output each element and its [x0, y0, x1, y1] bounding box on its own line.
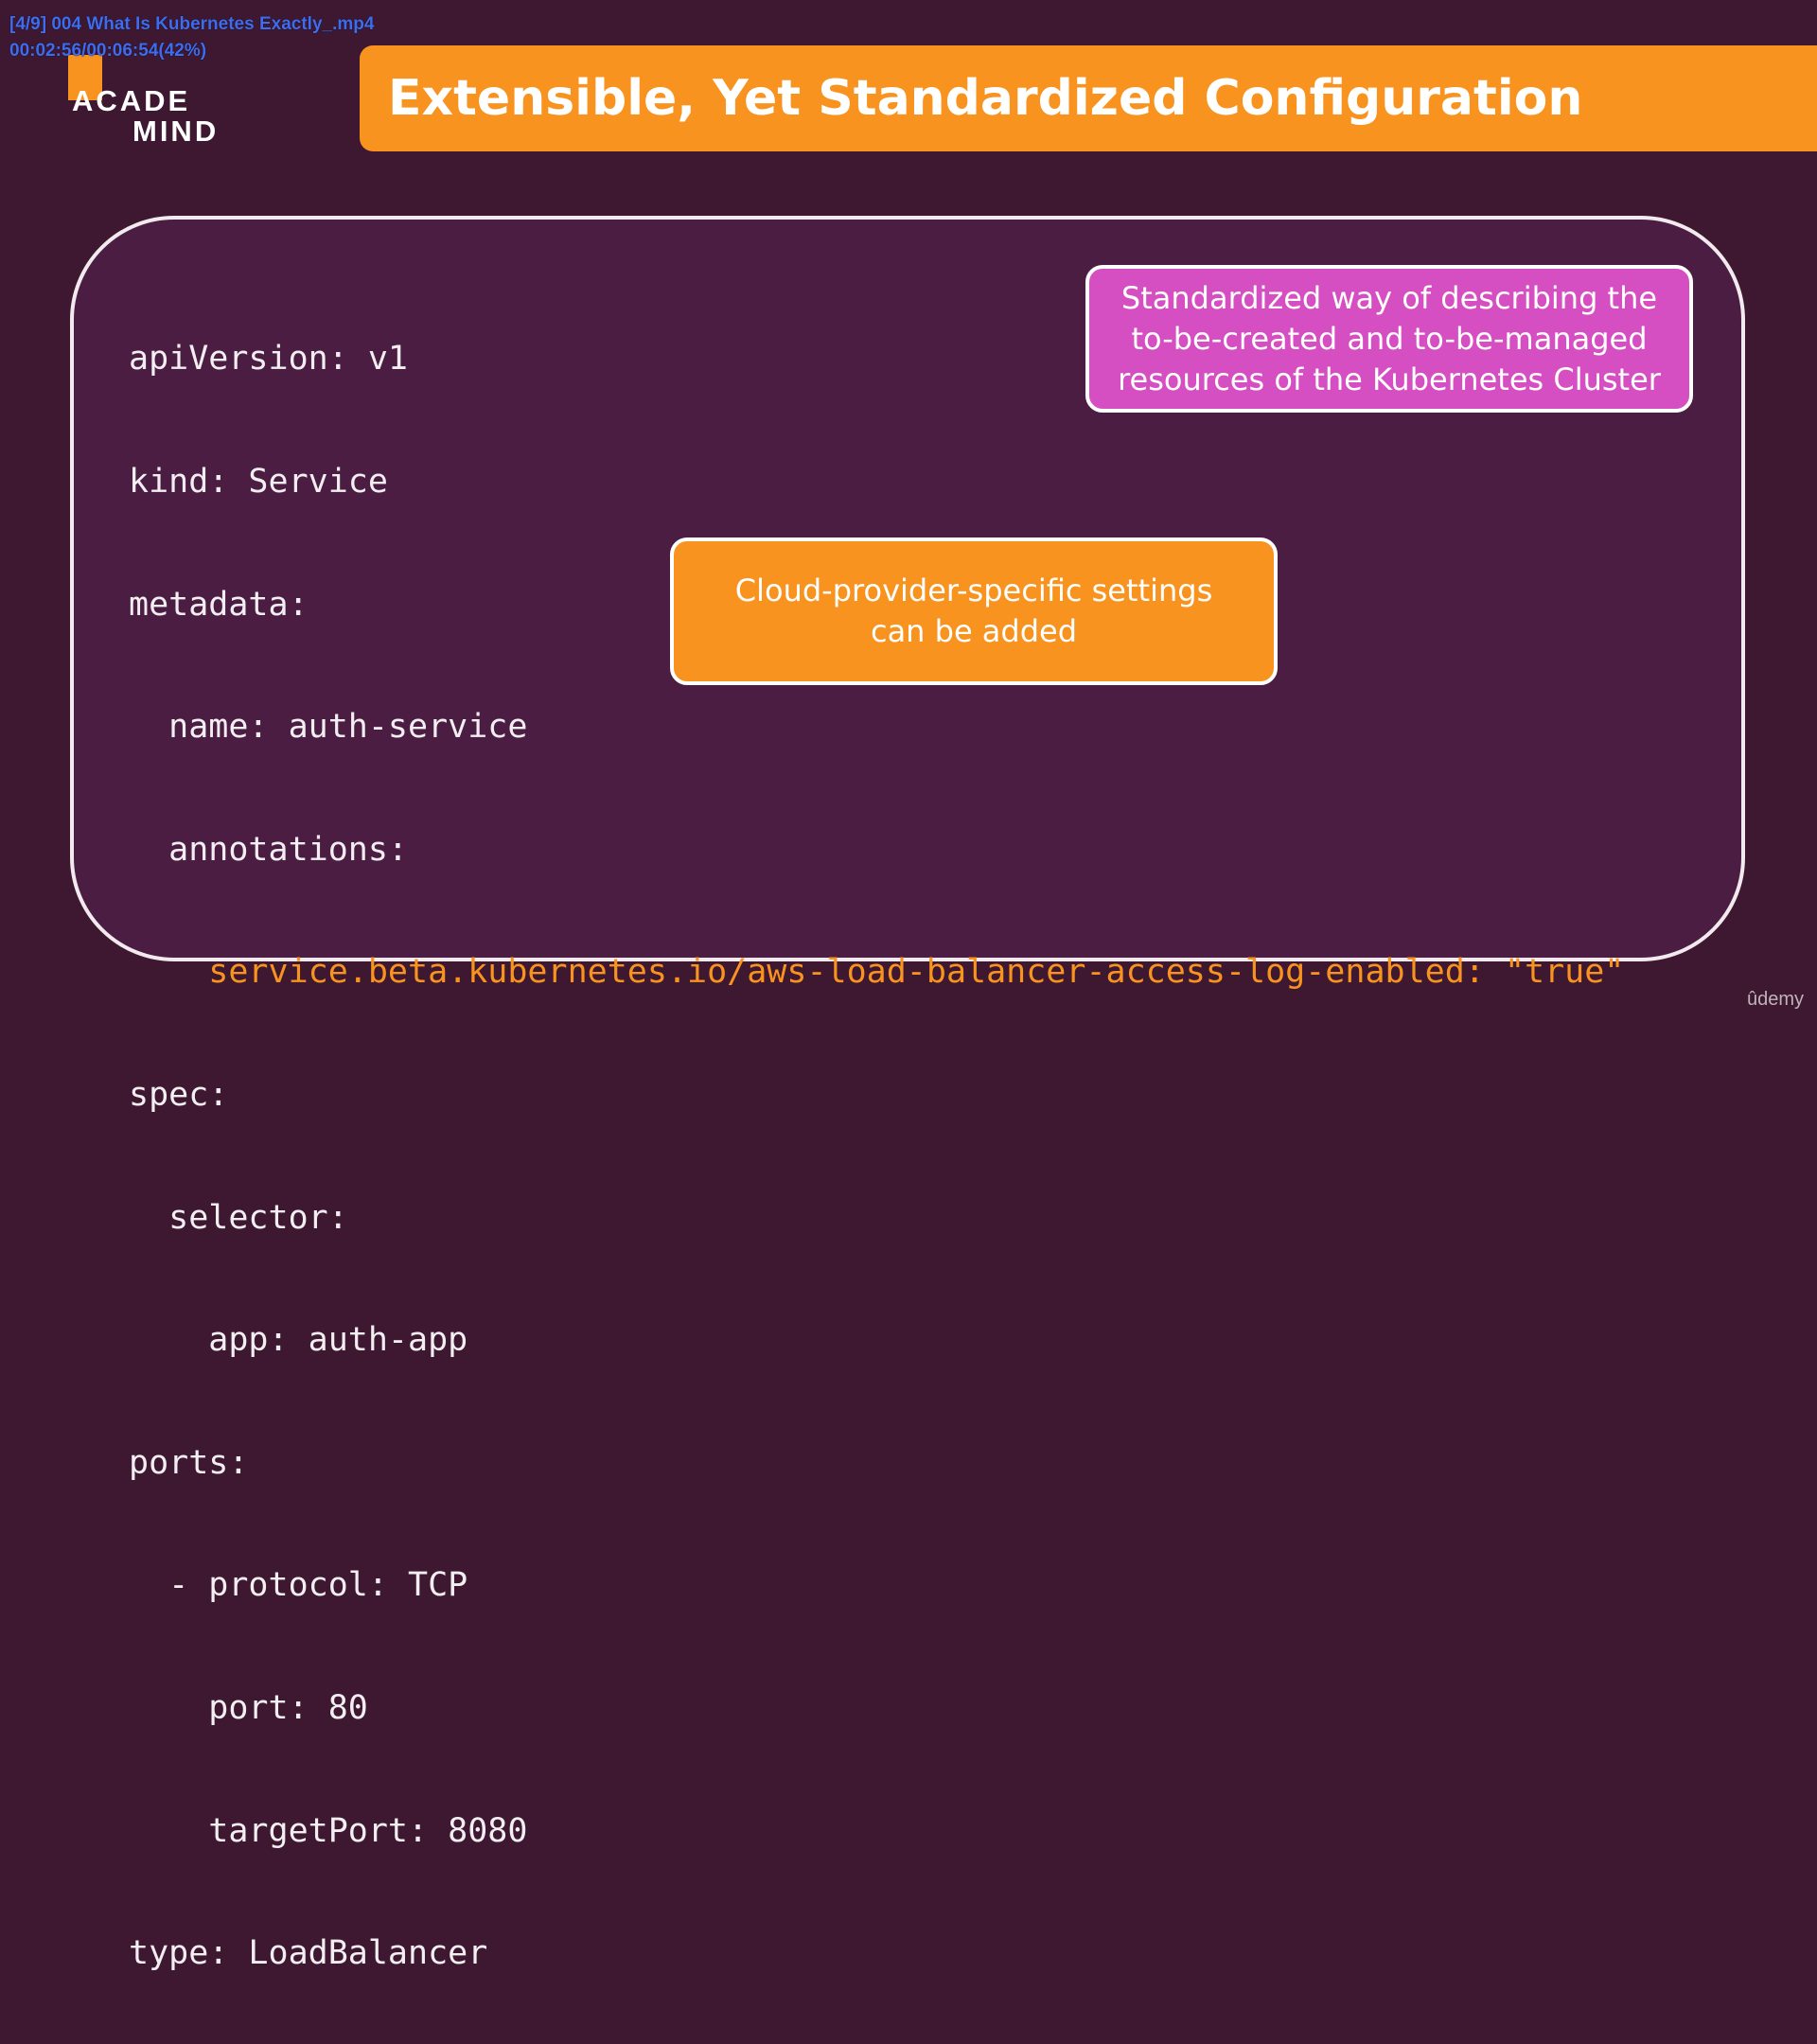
code-line: annotations: — [129, 830, 409, 869]
udemy-watermark: ûdemy — [1746, 989, 1804, 1010]
slide-title-bar: Extensible, Yet Standardized Configurati… — [360, 45, 1817, 151]
academind-logo: ACADE MIND — [66, 55, 237, 150]
slide-title: Extensible, Yet Standardized Configurati… — [388, 70, 1583, 127]
code-line: - protocol: TCP — [129, 1566, 468, 1605]
video-player-info: [4/9] 004 What Is Kubernetes Exactly_.mp… — [9, 11, 374, 64]
code-line: name: auth-service — [129, 708, 528, 747]
code-line: selector: — [129, 1198, 348, 1237]
code-line: app: auth-app — [129, 1321, 468, 1360]
logo-text-line2: MIND — [132, 115, 220, 148]
cloud-provider-callout-line2: can be added — [870, 613, 1078, 649]
code-line-annotation: service.beta.kubernetes.io/aws-load-bala… — [129, 953, 1625, 992]
yaml-code-block: apiVersion: v1 kind: Service metadata: n… — [129, 257, 1624, 2044]
cloud-provider-callout-line1: Cloud-provider-specific settings — [734, 573, 1213, 608]
cloud-provider-callout: Cloud-provider-specific settings can be … — [670, 537, 1278, 685]
code-line: type: LoadBalancer — [129, 1934, 488, 1973]
code-line: ports: — [129, 1443, 249, 1482]
standardized-callout-line1: Standardized way of describing the — [1120, 279, 1658, 316]
video-time-status: 00:02:56/00:06:54(42%) — [9, 41, 207, 61]
logo-text-line1: ACADE — [72, 84, 191, 117]
standardized-callout-line3: resources of the Kubernetes Cluster — [1118, 361, 1661, 397]
video-file-title: [4/9] 004 What Is Kubernetes Exactly_.mp… — [9, 14, 375, 34]
standardized-callout-line2: to-be-created and to-be-managed — [1131, 320, 1648, 357]
standardized-callout: Standardized way of describing the to-be… — [1085, 265, 1693, 413]
code-line: kind: Service — [129, 463, 388, 501]
code-line: port: 80 — [129, 1688, 368, 1727]
code-line: spec: — [129, 1075, 229, 1114]
code-line: targetPort: 8080 — [129, 1811, 528, 1850]
